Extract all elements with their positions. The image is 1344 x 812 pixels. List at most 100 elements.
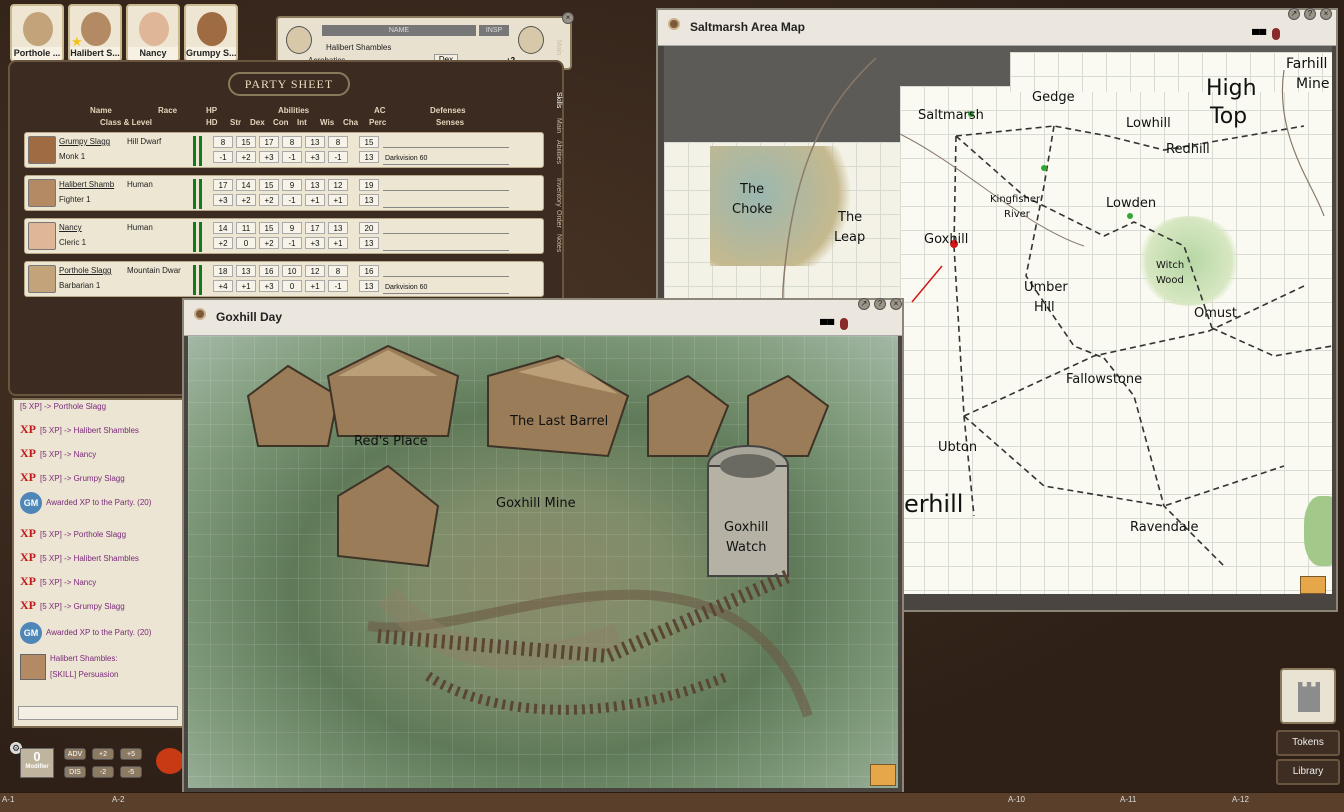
col-senses: Senses — [436, 118, 465, 127]
party-row[interactable]: Nancy Human Cleric 1 14 11 15 9 17 13 +2… — [24, 218, 544, 254]
col-defenses: Defenses — [430, 106, 466, 115]
hd-bar — [199, 222, 202, 252]
tokens-button[interactable]: Tokens — [1276, 730, 1340, 756]
hp-bar — [193, 179, 196, 209]
speaker-avatar — [20, 654, 46, 680]
mod-str: +2 — [213, 237, 233, 249]
library-button[interactable]: Library — [1276, 759, 1340, 785]
tower-icon[interactable] — [1280, 668, 1336, 724]
close-icon[interactable]: × — [1320, 8, 1332, 20]
tab-notes[interactable]: Notes — [546, 234, 562, 252]
member-race: Mountain Dwar — [127, 266, 181, 275]
tab-main[interactable]: Main — [546, 40, 562, 55]
grid-toggle-icon[interactable]: ▀▀ — [1252, 30, 1266, 41]
chat-entry-text: [5 XP] -> Nancy — [40, 450, 97, 459]
party-row[interactable]: Grumpy Slagg Hill Dwarf Monk 1 8 15 17 8… — [24, 132, 544, 168]
chat-input[interactable] — [18, 706, 178, 720]
resize-icon[interactable]: ↗ — [858, 298, 870, 310]
map-label: Farhill — [1286, 56, 1328, 72]
minus-5-button[interactable]: -5 — [120, 766, 142, 778]
col-race: Race — [158, 106, 178, 115]
goxhill-map-canvas[interactable]: Red's Place The Last Barrel Goxhill Mine… — [188, 336, 898, 788]
portrait-nancy[interactable]: Nancy — [126, 4, 180, 62]
portrait-grumpy[interactable]: Grumpy S... — [184, 4, 238, 62]
lock-icon[interactable] — [840, 318, 848, 330]
defenses-line — [383, 233, 509, 234]
map-tool-icon[interactable] — [870, 764, 896, 786]
xp-icon: XP — [20, 550, 36, 564]
portrait-halibert[interactable]: ★ Halibert S... — [68, 4, 122, 62]
close-icon[interactable]: × — [562, 12, 574, 24]
stat-con: 15 — [259, 222, 279, 234]
help-icon[interactable]: ? — [1304, 8, 1316, 20]
minus-2-button[interactable]: -2 — [92, 766, 114, 778]
member-race: Human — [127, 223, 153, 232]
ruler-mark: A-11 — [1120, 795, 1137, 804]
chat-entry: [5 XP] -> Porthole Slagg — [20, 402, 106, 411]
hp-bar — [193, 222, 196, 252]
mod-dex: +2 — [236, 194, 256, 206]
roll-character-name: Halibert Shambles — [326, 43, 392, 52]
mod-wis: +3 — [305, 237, 325, 249]
member-avatar[interactable] — [28, 136, 56, 164]
party-row[interactable]: Halibert Shamb Human Fighter 1 17 14 15 … — [24, 175, 544, 211]
member-name[interactable]: Nancy — [59, 223, 82, 232]
pin-icon — [668, 18, 680, 30]
chat-entry-text: [5 XP] -> Nancy — [40, 578, 97, 587]
d20-icon[interactable] — [156, 748, 184, 774]
tab-main-2[interactable]: Main — [546, 118, 562, 133]
mod-con: +2 — [259, 194, 279, 206]
grid-toggle-icon[interactable]: ▀▀ — [820, 320, 834, 331]
lock-icon[interactable] — [1272, 28, 1280, 40]
target-avatar[interactable] — [518, 26, 544, 54]
stat-int: 9 — [282, 179, 302, 191]
tab-inventory[interactable]: Inventory — [546, 178, 562, 207]
tab-order[interactable]: Order — [546, 210, 562, 228]
plus-5-button[interactable]: +5 — [120, 748, 142, 760]
party-row[interactable]: Porthole Slagg Mountain Dwar Barbarian 1… — [24, 261, 544, 297]
col-str: Str — [230, 118, 242, 127]
tab-abilities[interactable]: Abilities — [546, 140, 562, 164]
member-avatar[interactable] — [28, 265, 56, 293]
member-name[interactable]: Porthole Slagg — [59, 266, 111, 275]
chat-entry-text: Awarded XP to the Party. (20) — [46, 628, 152, 638]
senses-line — [383, 164, 509, 165]
plus-2-button[interactable]: +2 — [92, 748, 114, 760]
portrait-porthole[interactable]: Porthole ... — [10, 4, 64, 62]
col-name: Name — [90, 106, 112, 115]
chat-entry: XP [5 XP] -> Porthole Slagg — [20, 526, 126, 541]
portrait-image — [23, 12, 53, 46]
window-title: Saltmarsh Area Map — [690, 20, 805, 34]
chat-entry: GM Awarded XP to the Party. (20) — [20, 492, 151, 514]
map-label: Hill — [1034, 300, 1055, 315]
portrait-name: Porthole ... — [12, 47, 62, 60]
modifier-box[interactable]: 0 Modifier — [20, 748, 54, 778]
member-avatar[interactable] — [28, 222, 56, 250]
map-label: Saltmarsh — [918, 108, 984, 123]
mod-dex: +2 — [236, 151, 256, 163]
map-label: erhill — [904, 490, 964, 518]
party-sheet-title[interactable]: PARTY SHEET — [228, 72, 350, 96]
help-icon[interactable]: ? — [874, 298, 886, 310]
col-con: Con — [273, 118, 289, 127]
col-abilities: Abilities — [278, 106, 310, 115]
col-hd: HD — [206, 118, 218, 127]
stat-dex: 15 — [236, 136, 256, 148]
map-tool-icon[interactable] — [1300, 576, 1326, 594]
dis-button[interactable]: DIS — [64, 766, 86, 778]
resize-icon[interactable]: ↗ — [1288, 8, 1300, 20]
member-name[interactable]: Grumpy Slagg — [59, 137, 110, 146]
member-ac: 16 — [359, 265, 379, 277]
member-name[interactable]: Halibert Shamb — [59, 180, 114, 189]
window-title-bar[interactable]: Saltmarsh Area Map ▀▀ — [658, 10, 1336, 46]
tab-skills[interactable]: Skills — [546, 92, 562, 108]
member-avatar[interactable] — [28, 179, 56, 207]
window-title-bar[interactable]: Goxhill Day ▀▀ — [184, 300, 902, 336]
stat-str: 17 — [213, 179, 233, 191]
hd-bar — [199, 265, 202, 295]
stat-cha: 8 — [328, 265, 348, 277]
member-ac: 20 — [359, 222, 379, 234]
xp-icon: XP — [20, 574, 36, 588]
close-icon[interactable]: × — [890, 298, 902, 310]
adv-button[interactable]: ADV — [64, 748, 86, 760]
